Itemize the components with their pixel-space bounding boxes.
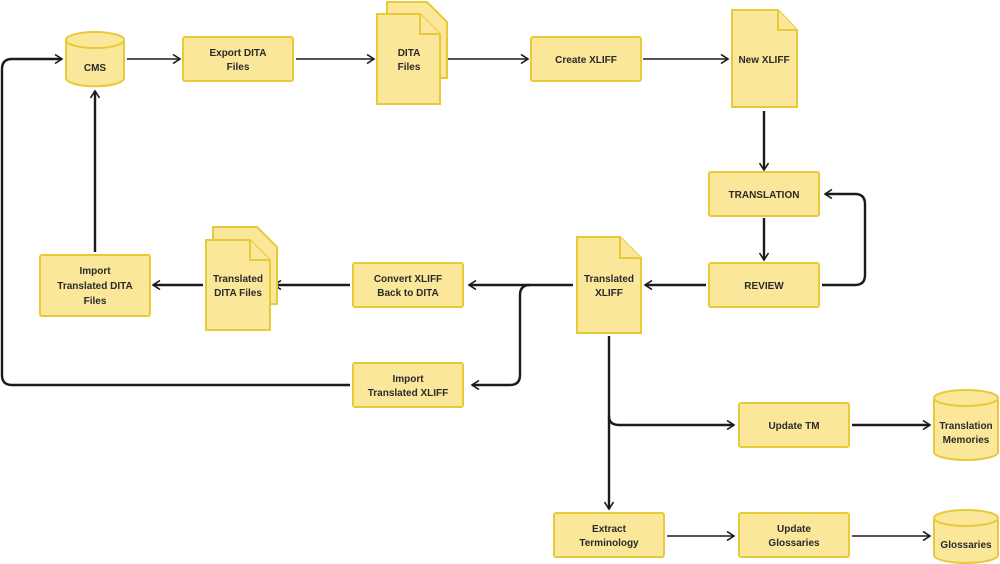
node-label: Translated DITA — [57, 281, 132, 292]
node-import-dita[interactable]: Import Translated DITA Files — [39, 254, 151, 317]
edge-translatedxliff-updatetm — [607, 415, 734, 425]
node-label: Export DITA — [209, 48, 266, 59]
node-review[interactable]: REVIEW — [708, 262, 820, 308]
node-translated-xliff[interactable]: Translated XLIFF — [576, 236, 642, 334]
edge-translatedxliff-importxliff — [472, 283, 531, 385]
node-label: Import — [392, 374, 424, 385]
node-label: New XLIFF — [738, 55, 789, 66]
node-cms[interactable]: CMS — [65, 31, 125, 88]
node-create-xliff[interactable]: Create XLIFF — [530, 36, 642, 82]
node-new-xliff[interactable]: New XLIFF — [731, 9, 798, 108]
node-dita-files[interactable]: DITA Files — [376, 1, 448, 105]
node-update-glossaries[interactable]: Update Glossaries — [738, 512, 850, 558]
node-export-dita[interactable]: Export DITA Files — [182, 36, 294, 82]
edge-review-translation — [822, 194, 867, 287]
node-label: TRANSLATION — [729, 190, 800, 201]
node-update-tm[interactable]: Update TM — [738, 402, 850, 448]
node-label: Convert XLIFF — [374, 274, 442, 285]
node-label: Glossaries — [940, 540, 992, 551]
node-label: Update — [777, 524, 811, 535]
node-label: Files — [398, 62, 421, 73]
node-label: Extract — [592, 524, 627, 535]
node-label: Translated XLIFF — [368, 388, 449, 399]
node-extract-terminology[interactable]: Extract Terminology — [553, 512, 665, 558]
node-label: DITA — [398, 48, 421, 59]
node-label: CMS — [84, 63, 107, 74]
node-label: Import — [79, 266, 111, 277]
node-import-xliff[interactable]: Import Translated XLIFF — [352, 362, 464, 408]
node-label: Memories — [943, 435, 990, 446]
node-label: REVIEW — [744, 281, 784, 292]
node-label: Glossaries — [768, 538, 820, 549]
node-label: DITA Files — [214, 288, 262, 299]
node-translated-dita[interactable]: Translated DITA Files — [205, 226, 278, 331]
node-label: Files — [227, 62, 250, 73]
node-label: Back to DITA — [377, 288, 439, 299]
node-label: Create XLIFF — [555, 55, 617, 66]
node-label: Translated — [213, 274, 263, 285]
edge-importxliff-cms — [0, 59, 350, 387]
node-translation[interactable]: TRANSLATION — [708, 171, 820, 217]
node-label: Translated — [584, 274, 634, 285]
node-label: Files — [84, 296, 107, 307]
node-label: Terminology — [579, 538, 639, 549]
node-label: Translation — [939, 421, 992, 432]
node-label: XLIFF — [595, 288, 623, 299]
node-translation-memories[interactable]: Translation Memories — [933, 389, 999, 461]
node-convert-xliff[interactable]: Convert XLIFF Back to DITA — [352, 262, 464, 308]
workflow-diagram: CMS Export DITA Files DITA Files Create … — [0, 1, 999, 564]
node-glossaries[interactable]: Glossaries — [933, 509, 999, 564]
node-label: Update TM — [768, 421, 819, 432]
